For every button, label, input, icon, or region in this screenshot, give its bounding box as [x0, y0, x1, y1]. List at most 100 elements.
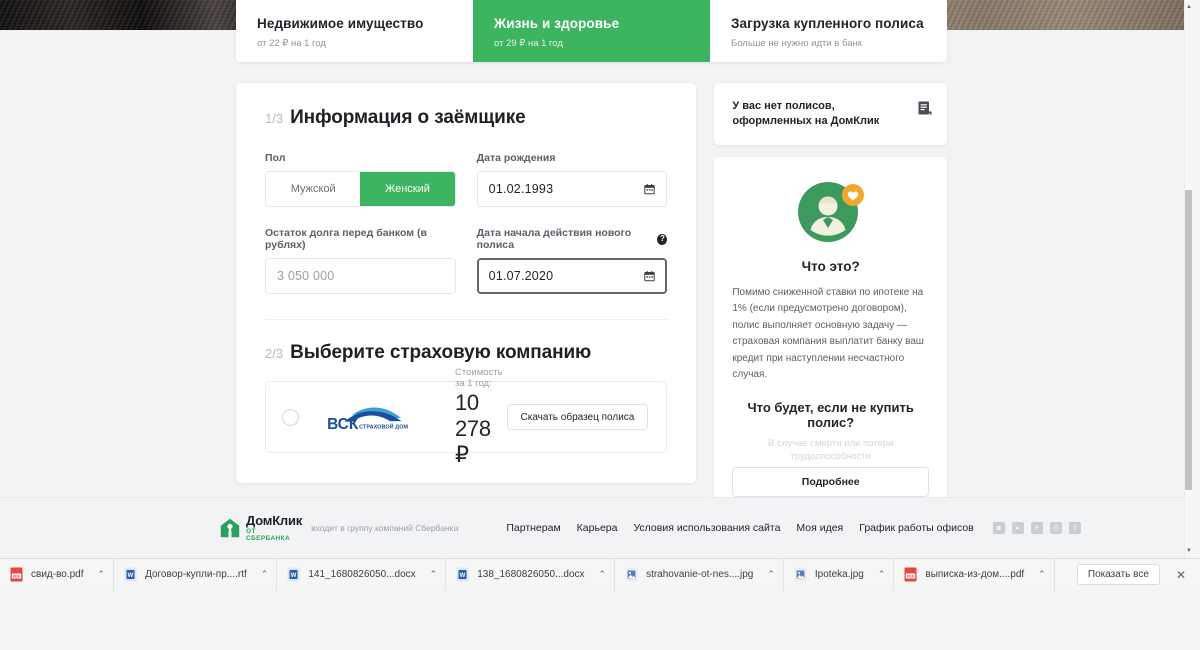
insurer-offer-row[interactable]: ВСК СТРАХОВОЙ ДОМ Стоимость за 1 год: 10…	[265, 367, 668, 467]
calendar-icon[interactable]	[644, 270, 656, 282]
tab-property[interactable]: Недвижимое имущество от 22 ₽ на 1 год	[236, 0, 473, 62]
info-card: Что это? Помимо сниженной ставки по ипот…	[714, 156, 947, 516]
tab-property-subtitle: от 22 ₽ на 1 год	[257, 38, 326, 50]
download-item[interactable]: strahovanie-ot-nes....jpg ⌃	[615, 558, 784, 591]
download-item[interactable]: W 138_1680826050...docx ⌃	[446, 558, 616, 591]
download-item[interactable]: PDF выписка-из-дом....pdf ⌃	[894, 558, 1055, 591]
download-item[interactable]: W Договор-купли-пр....rtf ⌃	[114, 558, 278, 591]
footer-link-terms[interactable]: Условия использования сайта	[633, 522, 780, 534]
info-card-faded-text: В случае смерти или потери трудоспособно…	[768, 437, 894, 462]
scroll-up-arrow[interactable]: ▲	[1185, 2, 1192, 12]
site-footer: ДомКлик ОТ СБЕРБАНКА входит в группу ком…	[0, 497, 1192, 558]
policy-start-label: Дата начала действия нового полиса ?	[477, 227, 668, 251]
birthdate-label: Дата рождения	[476, 152, 556, 164]
more-details-button[interactable]: Подробнее	[732, 467, 929, 498]
borrower-form-card: 1/3 Информация о заёмщике Пол Мужской Же…	[236, 83, 697, 483]
birthdate-input[interactable]: 01.02.1993	[476, 171, 668, 207]
gender-field: Пол Мужской Женский	[265, 152, 456, 207]
image-file-icon	[794, 567, 807, 582]
tab-property-title: Недвижимое имущество	[257, 16, 424, 31]
vsk-logo: ВСК СТРАХОВОЙ ДОМ	[324, 404, 422, 431]
offer-price-caption: Стоимость за 1 год:	[455, 366, 503, 389]
scroll-down-arrow[interactable]: ▼	[1185, 546, 1192, 556]
footer-tagline: входит в группу компаний Сбербанка	[311, 523, 459, 533]
tab-upload-policy-subtitle: Больше не нужно идти в банк	[731, 38, 862, 50]
download-item[interactable]: PDF свид-во.pdf ⌃	[0, 558, 115, 591]
footer-links: Партнерам Карьера Условия использования …	[506, 522, 973, 534]
facebook-icon[interactable]: f	[1068, 522, 1081, 534]
main-content: 1/3 Информация о заёмщике Пол Мужской Же…	[236, 83, 947, 516]
gender-label: Пол	[265, 152, 286, 164]
tab-upload-policy[interactable]: Загрузка купленного полиса Больше не нуж…	[710, 0, 947, 62]
birthdate-value: 01.02.1993	[488, 182, 554, 196]
vsk-logo-text: ВСК	[327, 415, 359, 430]
download-sample-policy-button[interactable]: Скачать образец полиса	[506, 404, 649, 430]
policy-start-input[interactable]: 01.07.2020	[476, 258, 668, 294]
doctor-avatar-icon	[797, 177, 865, 245]
footer-link-career[interactable]: Карьера	[577, 522, 618, 534]
instagram-icon[interactable]: ◙	[992, 522, 1005, 534]
debt-field: Остаток долга перед банком (в рублях) 3 …	[265, 227, 456, 294]
svg-text:W: W	[128, 573, 134, 579]
policy-start-field: Дата начала действия нового полиса ? 01.…	[476, 227, 668, 294]
right-sidebar: У вас нет полисов, оформленных на ДомКли…	[714, 83, 947, 516]
pdf-file-icon: PDF	[904, 567, 917, 582]
debt-input[interactable]: 3 050 000	[265, 258, 456, 294]
help-icon[interactable]: ?	[657, 233, 668, 245]
scrollbar-thumb[interactable]	[1185, 190, 1192, 490]
telegram-icon[interactable]: ✈	[1030, 522, 1043, 534]
show-all-downloads-button[interactable]: Показать все	[1076, 564, 1160, 585]
download-item[interactable]: Ipoteka.jpg ⌃	[784, 558, 895, 591]
vsk-logo-subtext: СТРАХОВОЙ ДОМ	[359, 422, 408, 430]
download-item-name: Ipoteka.jpg	[814, 569, 864, 580]
footer-link-partners[interactable]: Партнерам	[506, 522, 560, 534]
policy-start-value: 01.07.2020	[488, 269, 554, 283]
page-scrollbar[interactable]: ▲ ▼	[1184, 0, 1192, 558]
download-item-name: выписка-из-дом....pdf	[925, 569, 1025, 580]
section-1-title: Информация о заёмщике	[290, 107, 526, 128]
chevron-up-icon[interactable]: ⌃	[98, 569, 106, 580]
youtube-icon[interactable]: ▸	[1011, 522, 1024, 534]
domclick-logo[interactable]: ДомКлик ОТ СБЕРБАНКА	[220, 514, 302, 542]
gender-segmented-control[interactable]: Мужской Женский	[265, 171, 456, 207]
tab-life-health-subtitle: от 29 ₽ на 1 год	[494, 38, 563, 50]
footer-link-office-hours[interactable]: График работы офисов	[859, 522, 974, 534]
borrower-form-grid: Пол Мужской Женский Дата рождения 01.02.…	[265, 152, 668, 294]
gender-option-female[interactable]: Женский	[360, 172, 455, 206]
chevron-up-icon[interactable]: ⌃	[599, 569, 607, 580]
no-policies-card[interactable]: У вас нет полисов, оформленных на ДомКли…	[714, 83, 947, 145]
footer-social-icons: ◙ ▸ ✈ ✉ f	[992, 522, 1081, 534]
tab-life-health-title: Жизнь и здоровье	[494, 16, 620, 31]
offer-price-value: 10 278 ₽	[455, 389, 491, 467]
download-item-name: 138_1680826050...docx	[477, 569, 585, 580]
insurer-radio[interactable]	[282, 408, 299, 426]
section-1-heading: 1/3 Информация о заёмщике	[265, 107, 667, 129]
chevron-up-icon[interactable]: ⌃	[1038, 569, 1046, 580]
info-card-paragraph: Помимо сниженной ставки по ипотеке на 1%…	[732, 286, 924, 381]
calendar-icon[interactable]	[644, 183, 656, 195]
product-tabs: Недвижимое имущество от 22 ₽ на 1 год Жи…	[236, 0, 947, 62]
tab-life-health[interactable]: Жизнь и здоровье от 29 ₽ на 1 год	[473, 0, 710, 62]
download-item-name: strahovanie-ot-nes....jpg	[646, 569, 754, 580]
svg-text:W: W	[460, 573, 466, 579]
domclick-logo-sub: ОТ СБЕРБАНКА	[245, 528, 291, 542]
gender-option-male[interactable]: Мужской	[266, 172, 360, 206]
chevron-up-icon[interactable]: ⌃	[767, 569, 775, 580]
chevron-up-icon[interactable]: ⌃	[430, 569, 438, 580]
section-2-title: Выберите страховую компанию	[290, 342, 592, 363]
image-file-icon	[625, 567, 638, 582]
section-1-number: 1/3	[265, 111, 284, 126]
chevron-up-icon[interactable]: ⌃	[878, 569, 886, 580]
download-shelf-actions: Показать все ✕	[1076, 564, 1200, 585]
debt-value: 3 050 000	[277, 269, 335, 283]
no-policies-text: У вас нет полисов, оформленных на ДомКли…	[732, 100, 880, 127]
download-item-name: свид-во.pdf	[31, 569, 84, 580]
footer-link-my-idea[interactable]: Моя идея	[796, 522, 843, 534]
chevron-up-icon[interactable]: ⌃	[261, 569, 269, 580]
birthdate-field: Дата рождения 01.02.1993	[476, 152, 668, 207]
vk-icon[interactable]: ✉	[1049, 522, 1062, 534]
form-divider	[265, 319, 668, 320]
svg-text:PDF: PDF	[907, 575, 915, 579]
download-item[interactable]: W 141_1680826050...docx ⌃	[277, 558, 447, 591]
close-icon[interactable]: ✕	[1174, 568, 1188, 582]
